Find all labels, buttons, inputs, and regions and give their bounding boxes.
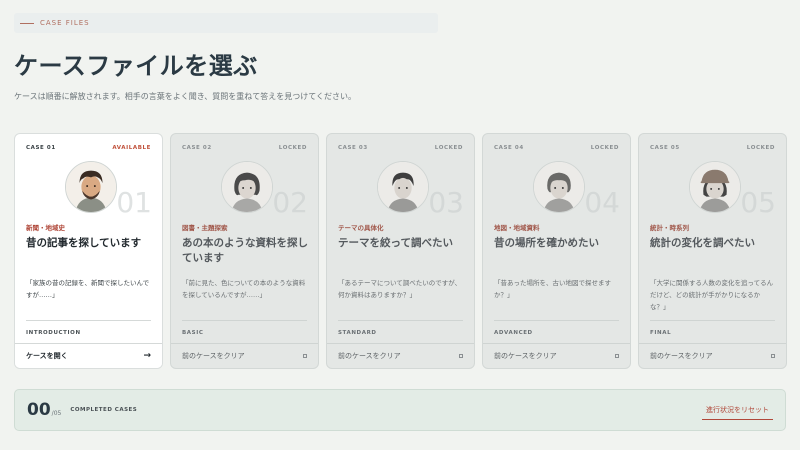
status-badge: LOCKED — [590, 145, 619, 151]
case-level: ADVANCED — [494, 320, 619, 336]
locked-case-label: 前のケースをクリア — [650, 352, 713, 360]
card-header: CASE 02 LOCKED — [182, 145, 307, 151]
open-case-label: ケースを開く — [26, 352, 68, 360]
case-card-01[interactable]: CASE 01 AVAILABLE 01 新聞・地域史 昔の記事を探しています … — [14, 133, 163, 369]
status-badge: LOCKED — [278, 145, 307, 151]
progress-panel: 00 /05 COMPLETED CASES 進行状況をリセット — [14, 389, 786, 431]
case-card-02: CASE 02 LOCKED 02 図書・主題探索 あの本のような資料を探してい… — [170, 133, 319, 369]
case-level: STANDARD — [338, 320, 463, 336]
case-number-label: CASE 02 — [182, 145, 212, 151]
case-card-03: CASE 03 LOCKED 03 テーマの具体化 テーマを絞って調べたい 「あ… — [326, 133, 475, 369]
status-badge: AVAILABLE — [112, 145, 151, 151]
case-quote: 「大学に関係する人数の変化を追ってるんだけど、どの統計が手がかりになるかな？」 — [650, 279, 774, 311]
case-title: 昔の場所を確かめたい — [494, 237, 599, 249]
card-header: CASE 03 LOCKED — [338, 145, 463, 151]
completed-count: 00 — [27, 400, 51, 420]
case-category-tag: 図書・主題探索 — [182, 224, 228, 232]
avatar — [533, 161, 585, 213]
case-card-list: CASE 01 AVAILABLE 01 新聞・地域史 昔の記事を探しています … — [14, 133, 787, 369]
case-big-number: 04 — [584, 186, 620, 219]
locked-case-label: 前のケースをクリア — [182, 352, 245, 360]
case-quote: 「昔あった場所を、古い地図で探せますか？」 — [494, 279, 611, 299]
case-big-number: 03 — [428, 186, 464, 219]
lock-icon — [615, 354, 619, 358]
case-big-number: 05 — [740, 186, 776, 219]
reset-progress-button[interactable]: 進行状況をリセット — [702, 401, 773, 420]
case-quote: 「前に見た、色についての本のような資料を探しているんですが……」 — [182, 279, 306, 299]
kicker-line — [20, 22, 34, 24]
case-category-tag: 新聞・地域史 — [26, 224, 65, 232]
case-quote: 「家族の昔の記録を、新聞で探したいんですが……」 — [26, 279, 150, 299]
locked-case-button: 前のケースをクリア — [327, 343, 474, 368]
arrow-right-icon: → — [143, 351, 151, 361]
status-badge: LOCKED — [746, 145, 775, 151]
case-number-label: CASE 05 — [650, 145, 680, 151]
locked-case-label: 前のケースをクリア — [494, 352, 557, 360]
case-title: 統計の変化を調べたい — [650, 237, 755, 249]
completed-label: COMPLETED CASES — [70, 407, 138, 413]
case-level: BASIC — [182, 320, 307, 336]
lock-icon — [459, 354, 463, 358]
card-header: CASE 01 AVAILABLE — [26, 145, 151, 151]
case-number-label: CASE 01 — [26, 145, 56, 151]
case-big-number: 02 — [272, 186, 308, 219]
case-category-tag: 統計・時系列 — [650, 224, 689, 232]
case-title: あの本のような資料を探しています — [182, 237, 308, 264]
case-category-tag: テーマの具体化 — [338, 224, 384, 232]
case-number-label: CASE 03 — [338, 145, 368, 151]
section-kicker: CASE FILES — [20, 19, 90, 27]
card-header: CASE 04 LOCKED — [494, 145, 619, 151]
locked-case-button: 前のケースをクリア — [171, 343, 318, 368]
lock-icon — [303, 354, 307, 358]
kicker-label: CASE FILES — [40, 19, 90, 27]
case-title: テーマを絞って調べたい — [338, 237, 453, 249]
lock-icon — [771, 354, 775, 358]
open-case-button[interactable]: ケースを開く → — [15, 343, 162, 368]
case-card-04: CASE 04 LOCKED 04 地図・地域資料 昔の場所を確かめたい 「昔あ… — [482, 133, 631, 369]
locked-case-button: 前のケースをクリア — [483, 343, 630, 368]
case-category-tag: 地図・地域資料 — [494, 224, 540, 232]
card-header: CASE 05 LOCKED — [650, 145, 775, 151]
avatar — [65, 161, 117, 213]
page-title: ケースファイルを選ぶ — [14, 52, 258, 80]
avatar — [689, 161, 741, 213]
case-big-number: 01 — [116, 186, 152, 219]
total-count: /05 — [51, 409, 62, 417]
page-subtitle: ケースは順番に解放されます。相手の言葉をよく聞き、質問を重ねて答えを見つけてくだ… — [14, 92, 356, 101]
case-level: INTRODUCTION — [26, 320, 151, 336]
case-number-label: CASE 04 — [494, 145, 524, 151]
locked-case-button: 前のケースをクリア — [639, 343, 786, 368]
case-level: FINAL — [650, 320, 775, 336]
case-card-05: CASE 05 LOCKED 05 統計・時系列 統計の変化を調べたい 「大学に… — [638, 133, 787, 369]
case-title: 昔の記事を探しています — [26, 237, 142, 249]
avatar — [221, 161, 273, 213]
status-badge: LOCKED — [434, 145, 463, 151]
avatar — [377, 161, 429, 213]
locked-case-label: 前のケースをクリア — [338, 352, 401, 360]
case-quote: 「あるテーマについて調べたいのですが、何か資料はありますか？」 — [338, 279, 462, 299]
